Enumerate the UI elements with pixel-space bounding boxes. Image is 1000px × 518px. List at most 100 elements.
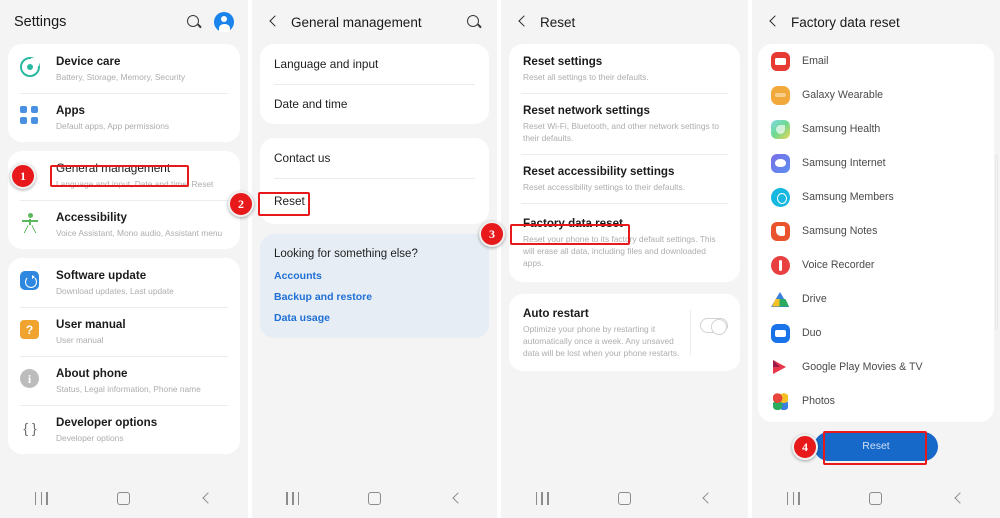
app-label: Samsung Internet bbox=[802, 157, 886, 169]
search-icon[interactable] bbox=[466, 14, 483, 31]
scrollbar[interactable] bbox=[995, 155, 998, 330]
drive-app-icon bbox=[771, 290, 790, 309]
back-icon[interactable] bbox=[200, 492, 213, 505]
sidebar-item-device-care[interactable]: Device care Battery, Storage, Memory, Se… bbox=[8, 44, 240, 93]
back-icon[interactable] bbox=[266, 14, 282, 30]
step-badge-4: 4 bbox=[792, 434, 818, 460]
list-item-photos[interactable]: Photos bbox=[758, 384, 994, 422]
search-icon[interactable] bbox=[186, 14, 203, 31]
list-item-samsung-members[interactable]: Samsung Members bbox=[758, 180, 994, 214]
samsung-notes-app-icon bbox=[771, 221, 790, 241]
home-icon[interactable] bbox=[367, 491, 381, 505]
back-icon[interactable] bbox=[515, 14, 531, 30]
list-item-reset[interactable]: Reset bbox=[260, 178, 489, 224]
navbar-panel-4 bbox=[752, 478, 1000, 518]
google-play-movies-app-icon bbox=[771, 358, 790, 377]
app-label: Photos bbox=[802, 395, 835, 407]
recents-icon[interactable] bbox=[286, 491, 300, 505]
link-backup-and-restore[interactable]: Backup and restore bbox=[260, 291, 489, 312]
factory-data-reset-header: Factory data reset bbox=[752, 0, 1000, 44]
item-title: General management bbox=[56, 161, 171, 175]
back-icon[interactable] bbox=[766, 14, 782, 30]
item-title: Reset accessibility settings bbox=[523, 165, 675, 178]
panel-general-management: General management Language and input Da… bbox=[252, 0, 497, 518]
home-icon[interactable] bbox=[869, 491, 883, 505]
about-phone-icon: i bbox=[20, 369, 46, 391]
screenshot-root: Settings Device care Battery, Storage, M… bbox=[0, 0, 1000, 518]
user-manual-icon: ? bbox=[20, 320, 46, 342]
item-subtitle: Download updates, Last update bbox=[56, 286, 174, 296]
home-icon[interactable] bbox=[617, 491, 631, 505]
page-title: General management bbox=[291, 14, 422, 30]
list-item-language-and-input[interactable]: Language and input bbox=[260, 44, 489, 84]
item-title: Software update bbox=[56, 269, 147, 282]
looking-for-something-else-card: Looking for something else? Accounts Bac… bbox=[260, 234, 489, 338]
list-item-voice-recorder[interactable]: Voice Recorder bbox=[758, 248, 994, 282]
list-item-drive[interactable]: Drive bbox=[758, 282, 994, 316]
list-item-contact-us[interactable]: Contact us bbox=[260, 138, 489, 178]
item-title: Reset settings bbox=[523, 55, 603, 68]
apps-grid-icon bbox=[20, 106, 46, 128]
list-item-auto-restart[interactable]: Auto restart Optimize your phone by rest… bbox=[509, 294, 740, 371]
list-item-duo[interactable]: Duo bbox=[758, 316, 994, 350]
list-item-samsung-notes[interactable]: Samsung Notes bbox=[758, 214, 994, 248]
item-subtitle: Default apps, App permissions bbox=[56, 121, 170, 131]
item-subtitle: Optimize your phone by restarting it aut… bbox=[523, 324, 680, 358]
navbar-panel-1 bbox=[0, 478, 248, 518]
navbar-panel-2 bbox=[252, 478, 497, 518]
link-accounts[interactable]: Accounts bbox=[260, 270, 489, 291]
item-title: Auto restart bbox=[523, 307, 589, 320]
list-item-reset-accessibility-settings[interactable]: Reset accessibility settings Reset acces… bbox=[509, 154, 740, 203]
page-title: Reset bbox=[540, 14, 576, 30]
list-item-date-and-time[interactable]: Date and time bbox=[260, 84, 489, 124]
item-title: Accessibility bbox=[56, 211, 127, 224]
sidebar-item-developer-options[interactable]: { } Developer options Developer options bbox=[8, 405, 240, 454]
app-label: Galaxy Wearable bbox=[802, 89, 884, 101]
item-subtitle: Reset your phone to its factory default … bbox=[523, 234, 716, 268]
sidebar-item-software-update[interactable]: Software update Download updates, Last u… bbox=[8, 258, 240, 307]
navbar-panel-3 bbox=[501, 478, 748, 518]
list-item-samsung-internet[interactable]: Samsung Internet bbox=[758, 146, 994, 180]
sidebar-item-general-management[interactable]: General management Language and input, D… bbox=[8, 151, 240, 200]
list-item-email[interactable]: Email bbox=[758, 44, 994, 78]
back-icon[interactable] bbox=[450, 492, 463, 505]
link-data-usage[interactable]: Data usage bbox=[260, 312, 489, 338]
device-care-icon bbox=[20, 57, 46, 79]
recents-icon[interactable] bbox=[34, 491, 48, 505]
sidebar-item-apps[interactable]: Apps Default apps, App permissions bbox=[8, 93, 240, 142]
sidebar-item-user-manual[interactable]: ? User manual User manual bbox=[8, 307, 240, 356]
panel-reset: Reset Reset settings Reset all settings … bbox=[501, 0, 748, 518]
reset-header: Reset bbox=[501, 0, 748, 44]
sidebar-item-accessibility[interactable]: Accessibility Voice Assistant, Mono audi… bbox=[8, 200, 240, 249]
accessibility-icon bbox=[20, 213, 46, 235]
sidebar-item-about-phone[interactable]: i About phone Status, Legal information,… bbox=[8, 356, 240, 405]
back-icon[interactable] bbox=[952, 492, 965, 505]
list-item-reset-settings[interactable]: Reset settings Reset all settings to the… bbox=[509, 44, 740, 93]
recents-icon[interactable] bbox=[535, 491, 549, 505]
auto-restart-toggle[interactable] bbox=[700, 318, 728, 335]
account-avatar-icon[interactable] bbox=[214, 12, 234, 32]
samsung-health-app-icon bbox=[771, 119, 790, 139]
item-title: Developer options bbox=[56, 416, 158, 429]
app-list-card: Email Galaxy Wearable Samsung Health Sam… bbox=[758, 44, 994, 422]
gm-group-1: Language and input Date and time bbox=[260, 44, 489, 124]
list-item-reset-network-settings[interactable]: Reset network settings Reset Wi-Fi, Blue… bbox=[509, 93, 740, 154]
recents-icon[interactable] bbox=[786, 491, 800, 505]
auto-restart-card: Auto restart Optimize your phone by rest… bbox=[509, 294, 740, 371]
app-label: Samsung Notes bbox=[802, 225, 878, 237]
list-item-galaxy-wearable[interactable]: Galaxy Wearable bbox=[758, 78, 994, 112]
list-item-samsung-health[interactable]: Samsung Health bbox=[758, 112, 994, 146]
general-management-header: General management bbox=[252, 0, 497, 44]
duo-app-icon bbox=[771, 323, 790, 343]
item-subtitle: Battery, Storage, Memory, Security bbox=[56, 72, 186, 82]
page-title: Factory data reset bbox=[791, 14, 900, 30]
email-app-icon bbox=[771, 51, 790, 71]
list-item-factory-data-reset[interactable]: Factory data reset Reset your phone to i… bbox=[509, 203, 740, 282]
photos-app-icon bbox=[771, 392, 790, 411]
home-icon[interactable] bbox=[117, 491, 131, 505]
back-icon[interactable] bbox=[700, 492, 713, 505]
list-item-google-play-movies[interactable]: Google Play Movies & TV bbox=[758, 350, 994, 384]
reset-group: Reset settings Reset all settings to the… bbox=[509, 44, 740, 282]
item-subtitle: Status, Legal information, Phone name bbox=[56, 384, 201, 394]
reset-button[interactable]: Reset bbox=[814, 431, 938, 461]
